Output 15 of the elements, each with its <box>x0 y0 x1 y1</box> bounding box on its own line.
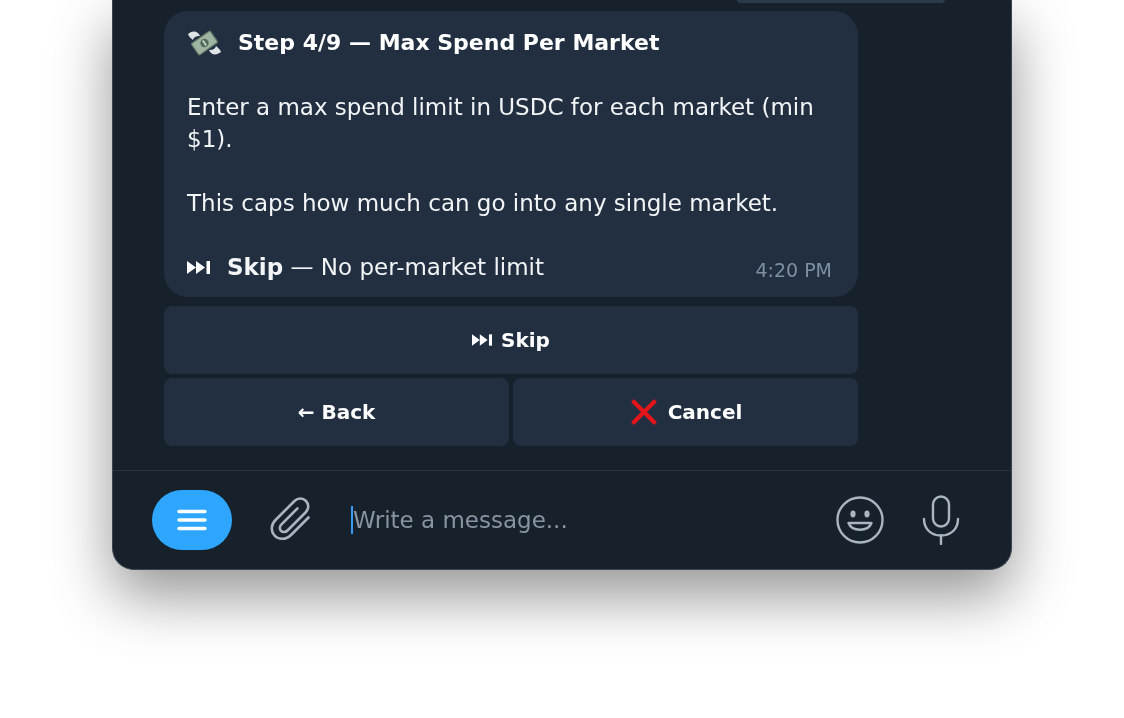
message-text: This caps how much can go into any single market. <box>187 189 779 218</box>
smiley-icon[interactable] <box>836 496 884 544</box>
message-time: 4:20 PM <box>755 258 832 282</box>
inline-keyboard-button[interactable]: Skip <box>164 306 858 374</box>
skip-icon <box>472 334 493 346</box>
message-text: Skip — No per-market limit <box>227 253 544 282</box>
inline-keyboard-button[interactable]: Cancel <box>513 378 858 446</box>
message-text: Enter a max spend limit in USDC for each market (min $1). <box>187 93 815 154</box>
skip-icon <box>187 260 210 274</box>
inline-keyboard-button[interactable]: ← Back <box>164 378 509 446</box>
message-input[interactable]: Write a message... <box>353 502 812 538</box>
menu-icon <box>177 509 207 531</box>
microphone-icon[interactable] <box>922 495 960 545</box>
menu-button[interactable] <box>152 490 232 550</box>
message-title: Step 4/9 — Max Spend Per Market <box>238 29 660 57</box>
